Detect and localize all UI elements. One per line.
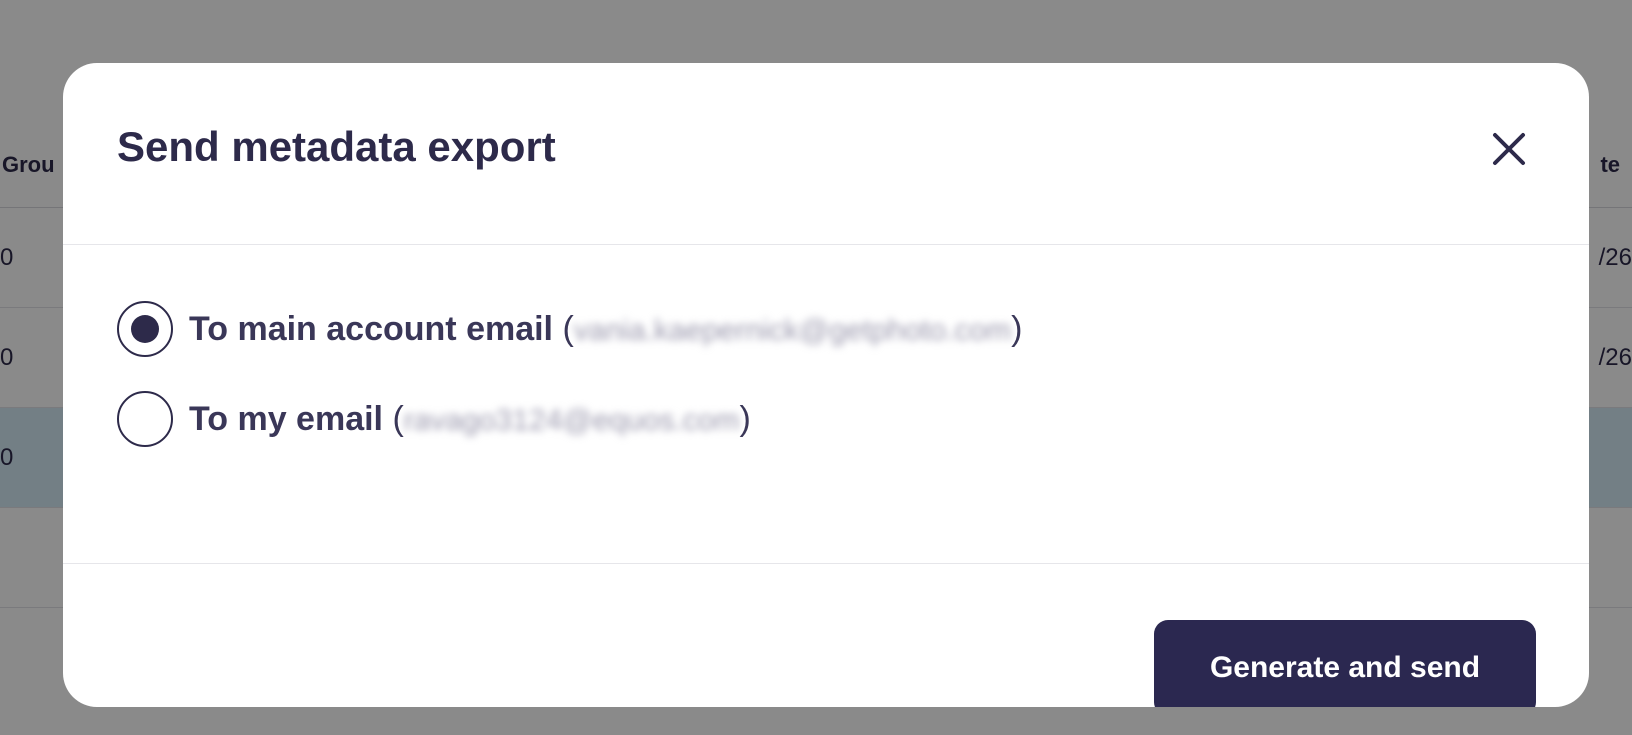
- paren-open: (: [562, 309, 574, 348]
- option-label: To my email (ravago3124@equos.com): [189, 400, 751, 439]
- paren-open: (: [392, 399, 404, 438]
- option-label-text: To my email: [189, 399, 383, 438]
- option-my-email[interactable]: To my email (ravago3124@equos.com): [117, 391, 751, 447]
- close-icon: [1493, 133, 1525, 165]
- export-modal: Send metadata export To main account ema…: [63, 63, 1589, 707]
- paren-close: ): [1011, 309, 1023, 348]
- option-label-text: To main account email: [189, 309, 554, 348]
- modal-title: Send metadata export: [117, 123, 556, 170]
- option-label: To main account email (vania.kaepernick@…: [189, 310, 1023, 349]
- option-main-account-email[interactable]: To main account email (vania.kaepernick@…: [117, 301, 1023, 357]
- modal-body: To main account email (vania.kaepernick@…: [63, 246, 1589, 564]
- close-button[interactable]: [1489, 129, 1529, 169]
- blurred-email: vania.kaepernick@getphoto.com: [573, 313, 1012, 347]
- modal-header: Send metadata export: [63, 63, 1589, 245]
- modal-footer: Generate and send: [63, 565, 1589, 707]
- generate-and-send-button[interactable]: Generate and send: [1154, 620, 1536, 707]
- paren-close: ): [739, 399, 751, 438]
- radio-main-account-email[interactable]: [117, 301, 173, 357]
- radio-my-email[interactable]: [117, 391, 173, 447]
- blurred-email: ravago3124@equos.com: [403, 403, 740, 437]
